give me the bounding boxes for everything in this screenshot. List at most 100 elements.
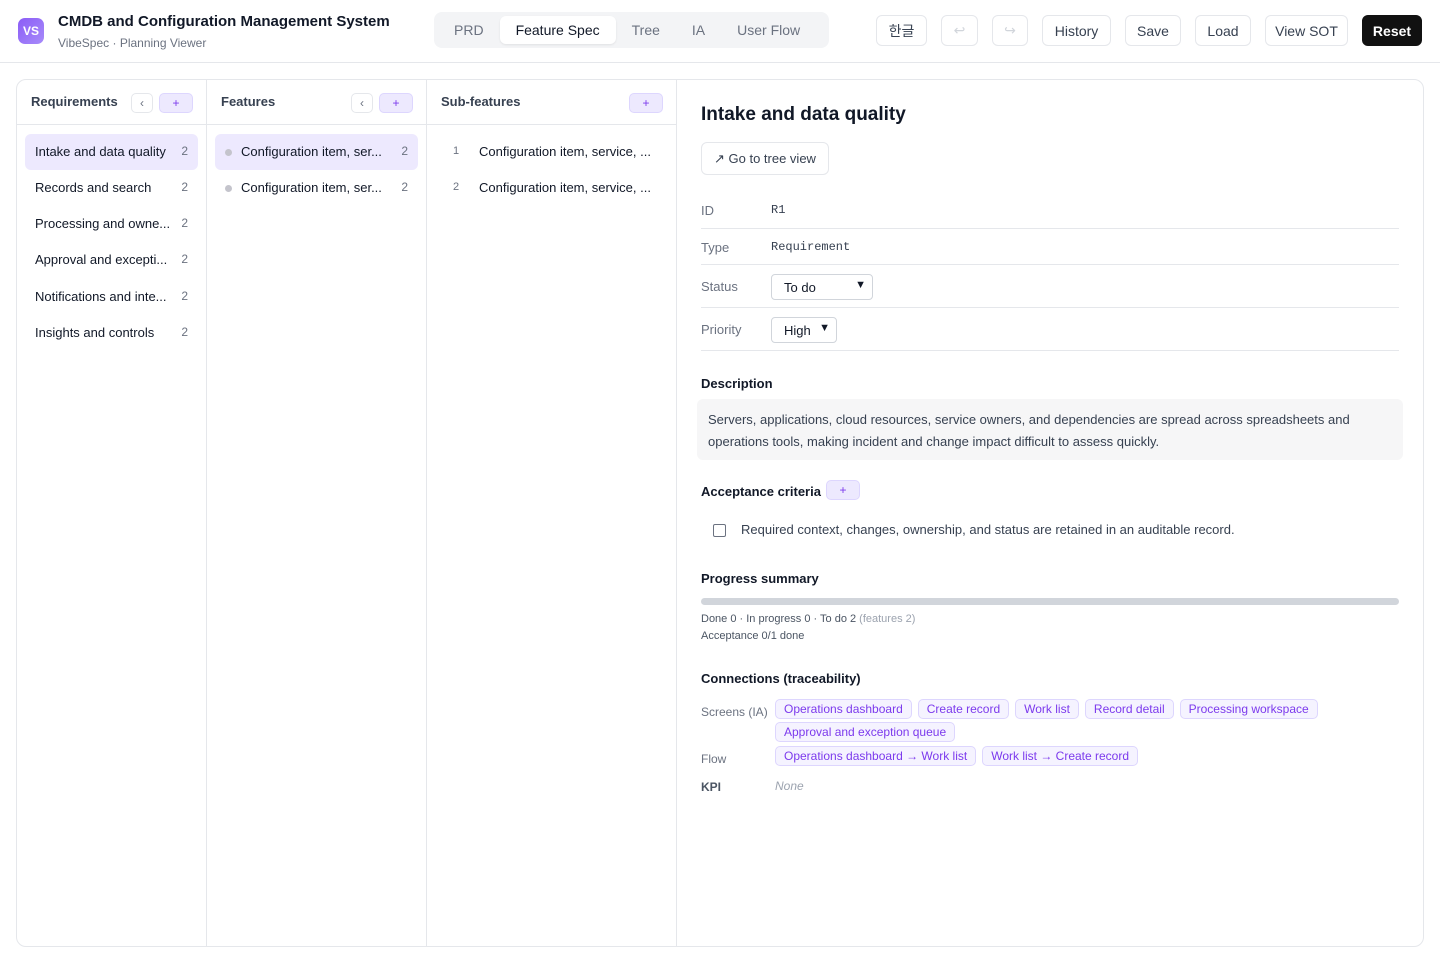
save-button[interactable]: Save (1125, 15, 1181, 46)
requirement-item[interactable]: Records and search 2 (25, 170, 198, 206)
acceptance-item: Required context, changes, ownership, an… (713, 520, 1235, 540)
chevron-down-icon: ▼ (819, 322, 830, 334)
description-heading: Description (701, 376, 773, 391)
requirement-count: 2 (181, 252, 188, 266)
add-feature-button[interactable]: + (379, 93, 413, 113)
progress-features-text: (features 2) (859, 613, 916, 625)
tab-tree[interactable]: Tree (616, 16, 676, 44)
history-button[interactable]: History (1042, 15, 1111, 46)
progress-bar (701, 598, 1399, 605)
requirement-label: Insights and controls (35, 325, 155, 340)
subfeature-item[interactable]: 1 Configuration item, service, ... (435, 134, 668, 170)
requirement-label: Records and search (35, 180, 152, 195)
detail-title: Intake and data quality (701, 104, 906, 125)
subfeature-item[interactable]: 2 Configuration item, service, ... (435, 170, 668, 206)
requirements-header: Requirements ‹ + (17, 80, 206, 125)
screen-chip[interactable]: Operations dashboard (775, 699, 912, 719)
flow-chips: Operations dashboard → Work list Work li… (775, 746, 1395, 766)
tab-user-flow[interactable]: User Flow (721, 16, 816, 44)
requirement-label: Approval and excepti... (35, 252, 168, 267)
requirement-label: Notifications and inte... (35, 289, 167, 304)
requirement-count: 2 (181, 325, 188, 339)
requirement-item[interactable]: Insights and controls 2 (25, 315, 198, 351)
add-acceptance-button[interactable]: + (826, 480, 860, 500)
redo-icon[interactable]: ↪ (992, 15, 1028, 46)
app-header: VS CMDB and Configuration Management Sys… (0, 0, 1440, 63)
subfeatures-title: Sub-features (441, 94, 521, 109)
collapse-features-icon[interactable]: ‹ (351, 93, 373, 113)
tab-ia[interactable]: IA (676, 16, 721, 44)
acceptance-text: Required context, changes, ownership, an… (741, 522, 1235, 537)
requirements-column: Requirements ‹ + Intake and data quality… (17, 80, 207, 946)
requirement-count: 2 (181, 180, 188, 194)
add-subfeature-button[interactable]: + (629, 93, 663, 113)
app-subtitle: VibeSpec · Planning Viewer (58, 36, 207, 50)
priority-select[interactable]: High ▼ (771, 317, 837, 343)
subfeature-number: 1 (453, 145, 460, 157)
status-row: Status To do ▼ (701, 265, 1399, 308)
collapse-requirements-icon[interactable]: ‹ (131, 93, 153, 113)
app-title: CMDB and Configuration Management System (58, 13, 390, 30)
view-sot-button[interactable]: View SOT (1265, 15, 1348, 46)
feature-count: 2 (401, 180, 408, 194)
features-title: Features (221, 94, 276, 109)
priority-row: Priority High ▼ (701, 308, 1399, 351)
requirement-item[interactable]: Processing and owne... 2 (25, 206, 198, 242)
screen-chip[interactable]: Record detail (1084, 699, 1174, 719)
features-column: Features ‹ + Configuration item, ser... … (207, 80, 427, 946)
planning-workspace: Requirements ‹ + Intake and data quality… (16, 79, 1424, 947)
requirement-count: 2 (181, 216, 188, 230)
subfeatures-column: Sub-features + 1 Configuration item, ser… (427, 80, 677, 946)
feature-label: Configuration item, ser... (241, 144, 382, 159)
view-tabs: PRD Feature Spec Tree IA User Flow (434, 12, 829, 48)
chevron-down-icon: ▼ (855, 279, 866, 291)
tab-feature-spec[interactable]: Feature Spec (499, 16, 616, 44)
screen-chip[interactable]: Create record (917, 699, 1010, 719)
kpi-label: KPI (701, 780, 722, 794)
screens-chips: Operations dashboard Create record Work … (775, 699, 1395, 742)
flow-chip[interactable]: Operations dashboard → Work list (775, 746, 977, 766)
tab-prd[interactable]: PRD (438, 16, 500, 44)
id-row: ID R1 (701, 193, 1399, 229)
feature-item[interactable]: Configuration item, ser... 2 (215, 170, 418, 206)
screen-chip[interactable]: Work list (1015, 699, 1079, 719)
language-toggle-button[interactable]: 한글 (876, 15, 927, 46)
status-label: Status (701, 279, 738, 294)
connections-heading: Connections (traceability) (701, 671, 861, 686)
reset-button[interactable]: Reset (1362, 15, 1422, 46)
id-value: R1 (771, 203, 786, 217)
feature-status-dot (225, 149, 232, 156)
acceptance-checkbox[interactable] (713, 523, 726, 537)
requirement-item[interactable]: Notifications and inte... 2 (25, 279, 198, 315)
acceptance-heading: Acceptance criteria (701, 484, 821, 499)
progress-heading: Progress summary (701, 571, 819, 586)
detail-panel: Intake and data quality ↗ Go to tree vie… (677, 80, 1423, 946)
feature-count: 2 (401, 144, 408, 158)
flow-label: Flow (701, 752, 727, 766)
type-label: Type (701, 240, 730, 255)
subfeature-label: Configuration item, service, ... (479, 180, 651, 195)
requirement-label: Processing and owne... (35, 216, 171, 231)
add-requirement-button[interactable]: + (159, 93, 193, 113)
go-to-tree-view-button[interactable]: ↗ Go to tree view (701, 142, 829, 175)
priority-label: Priority (701, 322, 742, 337)
progress-acceptance: Acceptance 0/1 done (701, 630, 805, 642)
requirements-title: Requirements (31, 94, 118, 109)
requirement-item[interactable]: Approval and excepti... 2 (25, 242, 198, 278)
feature-item[interactable]: Configuration item, ser... 2 (215, 134, 418, 170)
requirement-label: Intake and data quality (35, 144, 166, 159)
type-value: Requirement (771, 240, 851, 254)
subfeature-label: Configuration item, service, ... (479, 144, 651, 159)
flow-chip[interactable]: Work list → Create record (982, 746, 1139, 766)
subfeature-number: 2 (453, 181, 460, 193)
progress-counts: Done 0 · In progress 0 · To do 2 (featur… (701, 613, 915, 625)
type-row: Type Requirement (701, 229, 1399, 265)
feature-status-dot (225, 185, 232, 192)
requirement-count: 2 (181, 289, 188, 303)
status-select[interactable]: To do ▼ (771, 274, 873, 300)
requirement-item[interactable]: Intake and data quality 2 (25, 134, 198, 170)
screen-chip[interactable]: Processing workspace (1179, 699, 1318, 719)
undo-icon[interactable]: ↩ (941, 15, 978, 46)
screen-chip[interactable]: Approval and exception queue (775, 722, 956, 742)
load-button[interactable]: Load (1195, 15, 1251, 46)
